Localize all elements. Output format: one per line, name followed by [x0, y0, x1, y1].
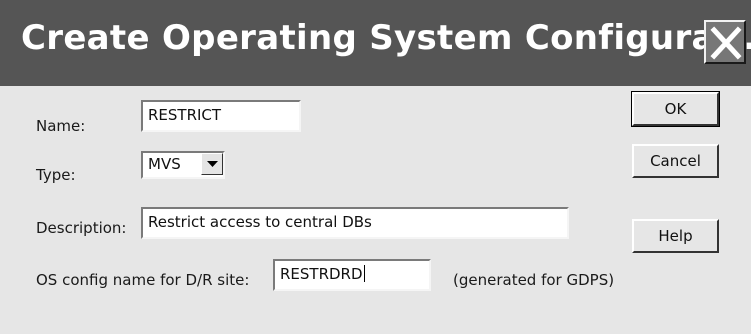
description-label: Description: [36, 219, 127, 237]
dialog-body: Name: RESTRICT Type: MVS Description: Re… [0, 86, 751, 334]
close-icon [710, 26, 742, 60]
type-label: Type: [36, 166, 76, 184]
name-field[interactable]: RESTRICT [141, 100, 301, 132]
type-dropdown-button[interactable] [201, 153, 223, 175]
dr-site-name-field[interactable]: RESTRDRD [273, 259, 431, 291]
dr-site-name-value: RESTRDRD [280, 265, 363, 283]
title-bar[interactable]: Create Operating System Configurati... [0, 0, 751, 86]
cancel-button[interactable]: Cancel [632, 144, 719, 178]
dr-site-label: OS config name for D/R site: [36, 271, 250, 289]
chevron-down-icon [207, 161, 218, 167]
description-field[interactable]: Restrict access to central DBs [141, 207, 569, 239]
name-label: Name: [36, 117, 86, 135]
help-button[interactable]: Help [632, 219, 719, 253]
create-os-config-dialog: Create Operating System Configurati... N… [0, 0, 751, 334]
ok-button[interactable]: OK [631, 91, 720, 127]
text-caret [363, 265, 365, 282]
type-select[interactable]: MVS [141, 151, 225, 179]
window-title: Create Operating System Configurati... [21, 18, 751, 58]
dr-site-note: (generated for GDPS) [453, 271, 615, 289]
type-selected-value: MVS [148, 155, 181, 173]
close-button[interactable] [704, 20, 746, 64]
